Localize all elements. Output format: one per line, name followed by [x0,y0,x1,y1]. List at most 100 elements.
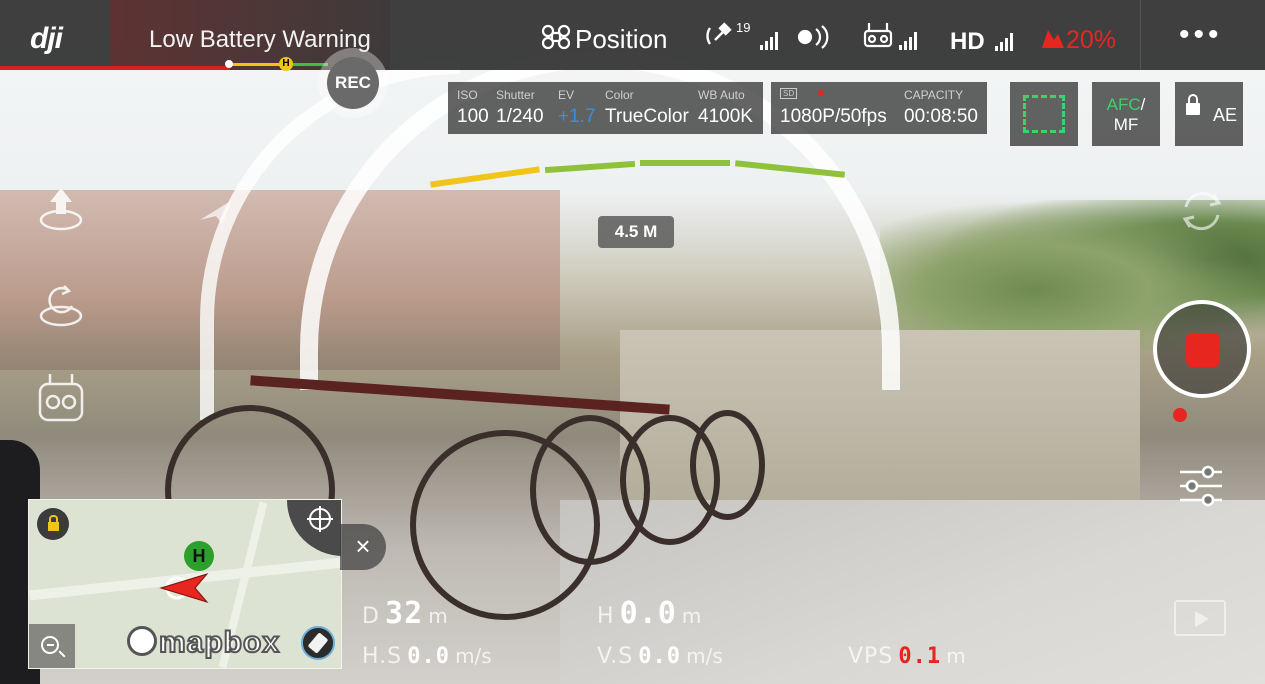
height-unit: m [681,604,702,628]
top-status-bar: dji Low Battery Warning Position 19 HD 2… [0,0,1265,70]
capacity-label: CAPACITY [904,88,964,102]
vision-sensor-status[interactable] [797,24,834,56]
intelligent-flight-button[interactable] [192,186,242,240]
sliders-icon [1180,465,1222,507]
lock-icon [48,515,59,531]
flight-mode-label: Position [575,24,668,54]
playback-button[interactable] [1174,600,1226,636]
bicycle-wheel [690,410,765,520]
obstacle-arc-yellow [430,166,540,188]
return-to-home-button[interactable] [34,278,88,332]
shutter-value: 1/240 [496,106,544,127]
map-lock-button[interactable] [37,508,69,540]
battery-status[interactable]: 20% [1040,26,1116,55]
hd-video-link[interactable]: HD [950,28,1014,56]
map-zoom-out-button[interactable] [29,624,75,668]
dji-logo[interactable]: dji [30,22,63,56]
more-menu-button[interactable]: ••• [1140,0,1265,70]
battery-timeline [228,63,328,66]
distance-unit: m [428,604,448,628]
resolution-value: 1080P/50fps [780,106,887,127]
storage-status[interactable]: SD CAPACITY 1080P/50fps 00:08:50 [771,82,987,134]
distance-label: D [362,604,380,629]
map-close-button[interactable]: × [340,524,386,570]
shutter-label: Shutter [496,88,535,102]
distance-value: 32 [385,596,424,631]
zoom-out-icon [41,636,59,654]
hs-unit: m/s [455,644,492,668]
color-label: Color [605,88,634,102]
focus-frame-icon [1023,95,1065,133]
return-home-icon [39,285,83,327]
stop-record-icon [1186,333,1220,367]
remote-controller-status[interactable] [863,22,921,54]
remote-controller-button[interactable] [34,370,88,424]
ev-value: +1.7 [558,106,596,127]
height-label: H [597,604,615,629]
takeoff-icon [39,188,83,231]
iso-label: ISO [457,88,478,102]
recording-indicator [1173,408,1187,422]
afc-mf-toggle[interactable]: AFC/ MF [1092,82,1160,146]
sd-card-icon: SD [780,88,798,99]
mapbox-wordmark: mapbox [158,625,281,660]
takeoff-button[interactable] [34,182,88,236]
rec-label: REC [327,57,379,109]
more-icon: ••• [1179,18,1223,51]
mf-label: MF [1113,115,1139,134]
iso-value: 100 [457,106,489,127]
battery-percent: 20% [1066,26,1117,54]
hd-label: HD [950,28,985,55]
telemetry-vertical-speed: V.S 0.0 m/s [597,644,723,669]
clear-flight-path-button[interactable] [301,626,335,660]
mapbox-logo: mapbox [127,625,281,660]
vps-unit: m [946,644,966,668]
drone-icon [541,24,575,57]
flight-mode[interactable]: Position [541,24,668,57]
vps-value: 0.1 [898,644,942,669]
ev-label: EV [558,88,575,102]
gps-status[interactable]: 19 [706,20,779,54]
remote-controller-icon [38,374,84,422]
recording-dot [818,90,824,96]
eraser-icon [307,632,329,654]
obstacle-arc-green [640,160,730,166]
vs-unit: m/s [686,644,723,668]
map-center-button[interactable] [287,500,341,556]
wb-label: WB Auto [698,88,745,102]
obstacle-distance: 4.5 M [598,216,674,248]
remote-controller-icon [863,23,893,48]
obstacle-arc-green [544,160,636,174]
color-value: TrueColor [605,106,689,127]
vs-label: V.S [597,644,634,669]
mini-map[interactable]: H mapbox [28,499,342,669]
record-button[interactable] [1153,300,1251,398]
record-mode-button[interactable]: REC [318,48,388,118]
capacity-value: 00:08:50 [904,106,978,127]
afc-mf-separator: / [1140,95,1146,114]
satellite-icon [706,22,740,53]
battery-icon [1040,26,1066,48]
telemetry-distance: D 32 m [362,596,448,631]
home-return-marker: H [279,57,293,71]
obstacle-avoidance-arc [430,150,850,190]
low-battery-warning[interactable]: Low Battery Warning [149,26,371,54]
intelligent-flight-icon [200,200,232,224]
focus-area-button[interactable] [1010,82,1078,146]
hs-label: H.S [362,644,403,669]
sync-icon [1182,191,1222,231]
telemetry-horizontal-speed: H.S 0.0 m/s [362,644,492,669]
crosshair-icon [307,506,333,532]
camera-settings-button[interactable] [1178,463,1224,509]
telemetry-height: H 0.0 m [597,596,701,631]
gimbal-sync-button[interactable] [1176,185,1228,237]
hd-signal-bars [991,33,1014,51]
camera-parameters[interactable]: ISO Shutter EV Color WB Auto 100 1/240 +… [448,82,763,134]
battery-level-bar [0,66,230,70]
ae-lock-button[interactable]: AE [1175,82,1243,146]
vps-label: VPS [848,644,894,669]
vs-value: 0.0 [638,644,682,669]
afc-label: AFC [1106,95,1141,114]
hs-value: 0.0 [407,644,450,669]
ae-label: AE [1213,105,1238,125]
